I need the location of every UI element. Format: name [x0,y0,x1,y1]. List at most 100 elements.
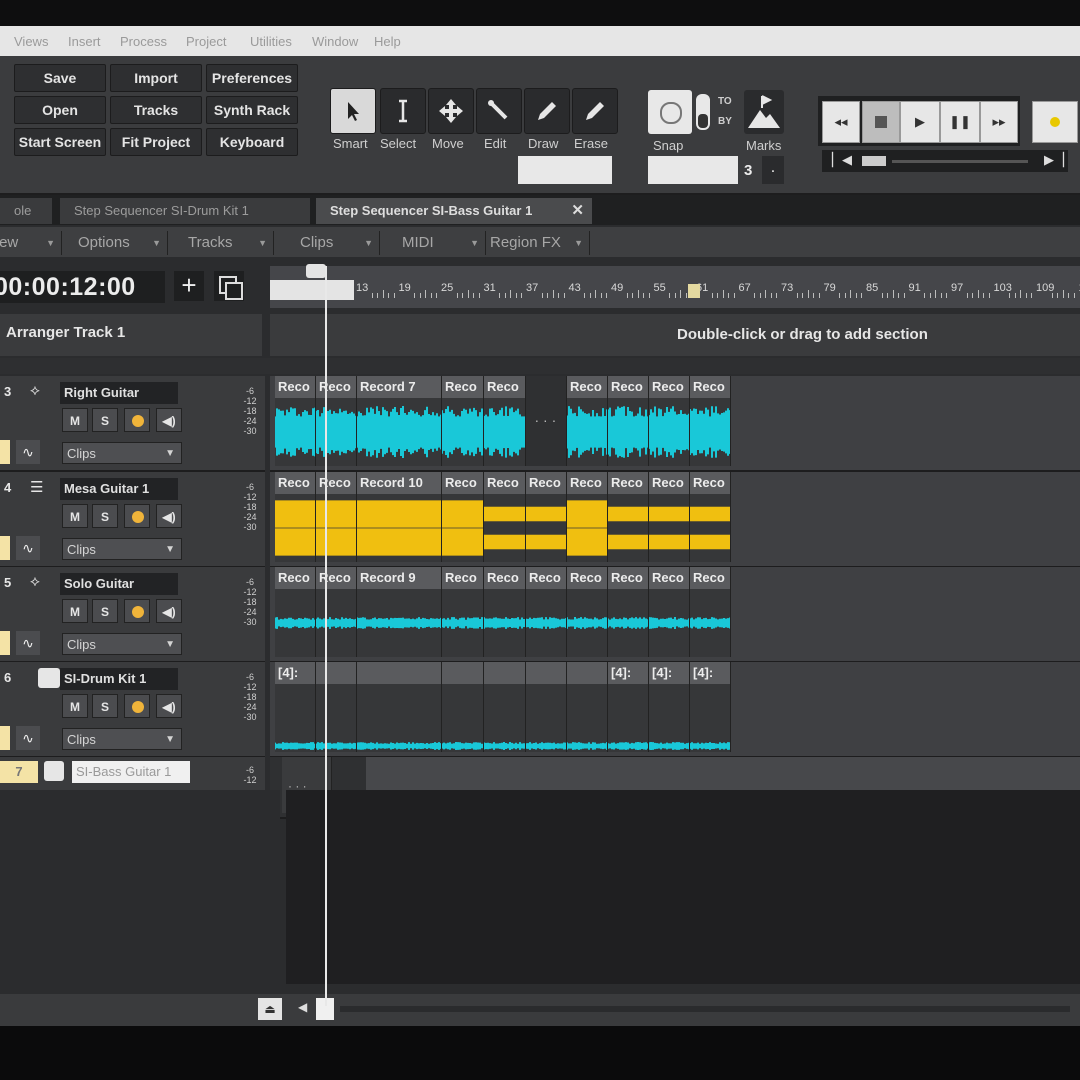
menu-project[interactable]: Project [186,34,226,49]
record-arm-button[interactable] [124,408,150,432]
midi-menu[interactable]: MIDI ▼ [382,231,486,255]
audio-clip[interactable]: [4]: [690,662,731,752]
track-lane-right-guitar[interactable]: Reco Reco Record 7 Reco Reco · · · Reco Reco Rec… [270,376,1080,472]
import-button[interactable]: Import [110,64,202,92]
stop-button[interactable] [862,101,900,143]
tool-option-field[interactable] [518,156,612,184]
track-lane-solo-guitar[interactable]: Reco Reco Record 9 Reco Reco Reco Reco Reco Reco… [270,567,1080,663]
fast-forward-button[interactable]: ▸▸ [980,101,1018,143]
track-name-field[interactable]: SI-Bass Guitar 1 [72,761,190,783]
menu-window[interactable]: Window [312,34,358,49]
horizontal-scroll-track[interactable] [340,1006,1070,1012]
options-menu[interactable]: Options ▼ [64,231,168,255]
arranger-track-header[interactable]: Arranger Track 1 [0,314,262,356]
automation-icon[interactable]: ∿ [16,631,40,655]
snap-dot-button[interactable]: . [762,156,784,184]
playhead-marker[interactable] [306,264,326,278]
loop-region[interactable] [270,280,354,300]
audio-clip[interactable]: Reco [690,376,731,466]
audio-clip[interactable] [442,662,484,752]
audio-clip[interactable]: Reco [567,567,608,657]
input-echo-button[interactable]: ◀) [156,408,182,432]
track-name-field[interactable]: SI-Drum Kit 1 [60,668,178,690]
marks-button[interactable] [744,90,784,134]
input-echo-button[interactable]: ◀) [156,599,182,623]
now-time-scrubber[interactable]: ▏◀ ▶▕ [822,150,1068,172]
scrub-handle[interactable] [862,156,886,166]
input-echo-button[interactable]: ◀) [156,504,182,528]
close-tab-icon[interactable]: ✕ [571,198,584,224]
audio-clip[interactable]: [4]: [608,662,649,752]
track-fx-button[interactable] [0,536,10,560]
audio-clip[interactable] [316,662,357,752]
snap-value-field[interactable] [648,156,738,184]
clips-mode-select[interactable]: Clips ▼ [62,633,182,655]
mute-button[interactable]: M [62,599,88,623]
scroll-left-icon[interactable]: ◀ [298,1000,307,1014]
track-fx-button[interactable] [0,631,10,655]
duplicate-track-icon[interactable] [214,271,244,301]
pause-button[interactable]: ❚❚ [940,101,980,143]
automation-icon[interactable]: ∿ [16,536,40,560]
automation-icon[interactable]: ∿ [16,726,40,750]
audio-clip[interactable] [357,662,442,752]
record-button[interactable] [1032,101,1078,143]
audio-clip[interactable]: Reco [442,376,484,466]
timeline-ruler[interactable]: 131925313743495561677379859197103109115 [270,264,1080,308]
audio-clip[interactable]: Reco [567,376,608,466]
record-arm-button[interactable] [124,694,150,718]
audio-clip[interactable]: Record 7 [357,376,442,466]
view-menu[interactable]: View ▼ [0,231,62,255]
fit-project-button[interactable]: Fit Project [110,128,202,156]
automation-icon[interactable]: ∿ [16,440,40,464]
audio-clip[interactable] [484,662,526,752]
track-name-field[interactable]: Mesa Guitar 1 [60,478,178,500]
audio-clip[interactable]: Record 9 [357,567,442,657]
audio-clip[interactable]: Reco [690,567,731,657]
mute-button[interactable]: M [62,504,88,528]
track-header-drum-kit[interactable]: 6 SI-Drum Kit 1 M S ◀) ∿ Clips ▼ -6 -12 -18 -24 -30 [0,662,265,758]
audio-clip[interactable]: Reco [526,472,567,562]
track-header-solo-guitar[interactable]: 5 ⟡ Solo Guitar M S ◀) ∿ Clips ▼ -6 -12 -18 -24 -30 [0,567,265,663]
audio-clip[interactable]: Record 10 [357,472,442,562]
menu-insert[interactable]: Insert [68,34,101,49]
eject-icon[interactable]: ⏏ [258,998,282,1020]
snap-button[interactable] [648,90,692,134]
menu-utilities[interactable]: Utilities [250,34,292,49]
now-time-display[interactable]: 00:00:12:00 [0,271,165,303]
audio-clip[interactable]: Reco [608,567,649,657]
audio-clip[interactable]: Reco [484,376,526,466]
region-fx-menu[interactable]: Region FX ▼ [486,231,590,255]
solo-button[interactable]: S [92,599,118,623]
keyboard-button[interactable]: Keyboard [206,128,298,156]
go-to-start-icon[interactable]: ▏◀ [832,152,852,168]
track-name-field[interactable]: Right Guitar [60,382,178,404]
arranger-lane[interactable]: Double-click or drag to add section [270,314,1080,356]
audio-clip[interactable]: [4]: [649,662,690,752]
rewind-button[interactable]: ◂◂ [822,101,860,143]
go-to-end-icon[interactable]: ▶▕ [1044,152,1064,168]
menu-process[interactable]: Process [120,34,167,49]
smart-tool-button[interactable] [330,88,376,134]
edit-tool-button[interactable] [476,88,522,134]
menu-help[interactable]: Help [374,34,401,49]
audio-clip[interactable]: Reco [275,472,316,562]
audio-clip[interactable]: Reco [442,567,484,657]
track-header-mesa-guitar[interactable]: 4 ☰ Mesa Guitar 1 M S ◀) ∿ Clips ▼ -6 -12 -18 -24 -30 [0,472,265,568]
marker-flag[interactable] [688,284,700,298]
snap-to-by-toggle[interactable] [696,94,710,130]
snap-resolution[interactable]: 3 [744,162,752,179]
audio-clip[interactable]: Reco [316,472,357,562]
audio-clip[interactable]: Reco [316,567,357,657]
tracks-button[interactable]: Tracks [110,96,202,124]
start-screen-button[interactable]: Start Screen [14,128,106,156]
mute-button[interactable]: M [62,408,88,432]
save-button[interactable]: Save [14,64,106,92]
open-button[interactable]: Open [14,96,106,124]
audio-clip[interactable] [526,662,567,752]
track-header-right-guitar[interactable]: 3 ⟡ Right Guitar M S ◀) ∿ Clips ▼ -6 -12 -18 -24 -30 [0,376,265,472]
track-fx-button[interactable] [0,440,10,464]
erase-tool-button[interactable] [572,88,618,134]
track-fx-button[interactable] [0,726,10,750]
track-lane-mesa-guitar[interactable]: Reco Reco Record 10 Reco Reco Reco Reco Reco Rec… [270,472,1080,568]
